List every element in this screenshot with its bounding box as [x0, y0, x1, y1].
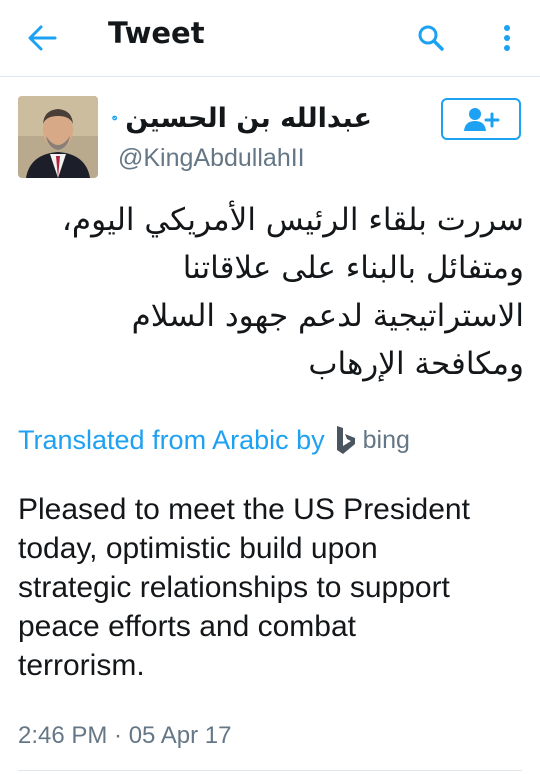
- author-handle[interactable]: @KingAbdullahII: [118, 144, 305, 173]
- arabic-line: ومكافحة الإرهاب: [308, 346, 524, 382]
- more-vertical-icon: [504, 25, 510, 51]
- back-button[interactable]: [22, 20, 62, 56]
- tweet-text-arabic: سررت بلقاء الرئيس الأمريكي اليوم، ومتفائ…: [18, 196, 524, 388]
- bing-icon: [336, 426, 355, 454]
- author-name-row: عبدالله بن الحسين: [112, 98, 372, 138]
- verified-badge-icon: [112, 115, 118, 121]
- search-button[interactable]: [413, 20, 449, 56]
- more-options-button[interactable]: [492, 20, 522, 56]
- search-icon: [418, 25, 444, 51]
- translation-line: terrorism.: [18, 649, 145, 682]
- divider: [18, 770, 522, 771]
- avatar[interactable]: [18, 96, 98, 178]
- translation-line: strategic relationships to support: [18, 571, 450, 604]
- arabic-line: الاستراتيجية لدعم جهود السلام: [131, 298, 524, 334]
- page-title: Tweet: [108, 16, 205, 50]
- arrow-left-icon: [28, 25, 57, 51]
- arabic-line: ومتفائل بالبناء على علاقاتنا: [182, 250, 524, 286]
- translation-line: peace efforts and combat: [18, 610, 356, 643]
- tweet-timestamp[interactable]: 2:46 PM · 05 Apr 17: [18, 722, 231, 750]
- follow-user-icon: [464, 108, 500, 131]
- tweet-text-translation: Pleased to meet the US President today, …: [18, 490, 528, 685]
- bing-logo: bing: [335, 425, 410, 455]
- author-display-name[interactable]: عبدالله بن الحسين: [125, 103, 372, 134]
- arabic-line: سررت بلقاء الرئيس الأمريكي اليوم،: [61, 202, 524, 238]
- tweet-detail-screen: Tweet عبدالله بن الحسين @KingAbdullahII …: [0, 0, 540, 774]
- translation-line: Pleased to meet the US President: [18, 493, 470, 526]
- app-bar: Tweet: [0, 0, 540, 77]
- translated-link[interactable]: Translated from Arabic by: [18, 425, 325, 456]
- follow-button[interactable]: [441, 98, 521, 140]
- translation-attribution: Translated from Arabic by bing: [18, 420, 410, 460]
- translation-line: today, optimistic build upon: [18, 532, 378, 565]
- translator-name: bing: [362, 425, 410, 454]
